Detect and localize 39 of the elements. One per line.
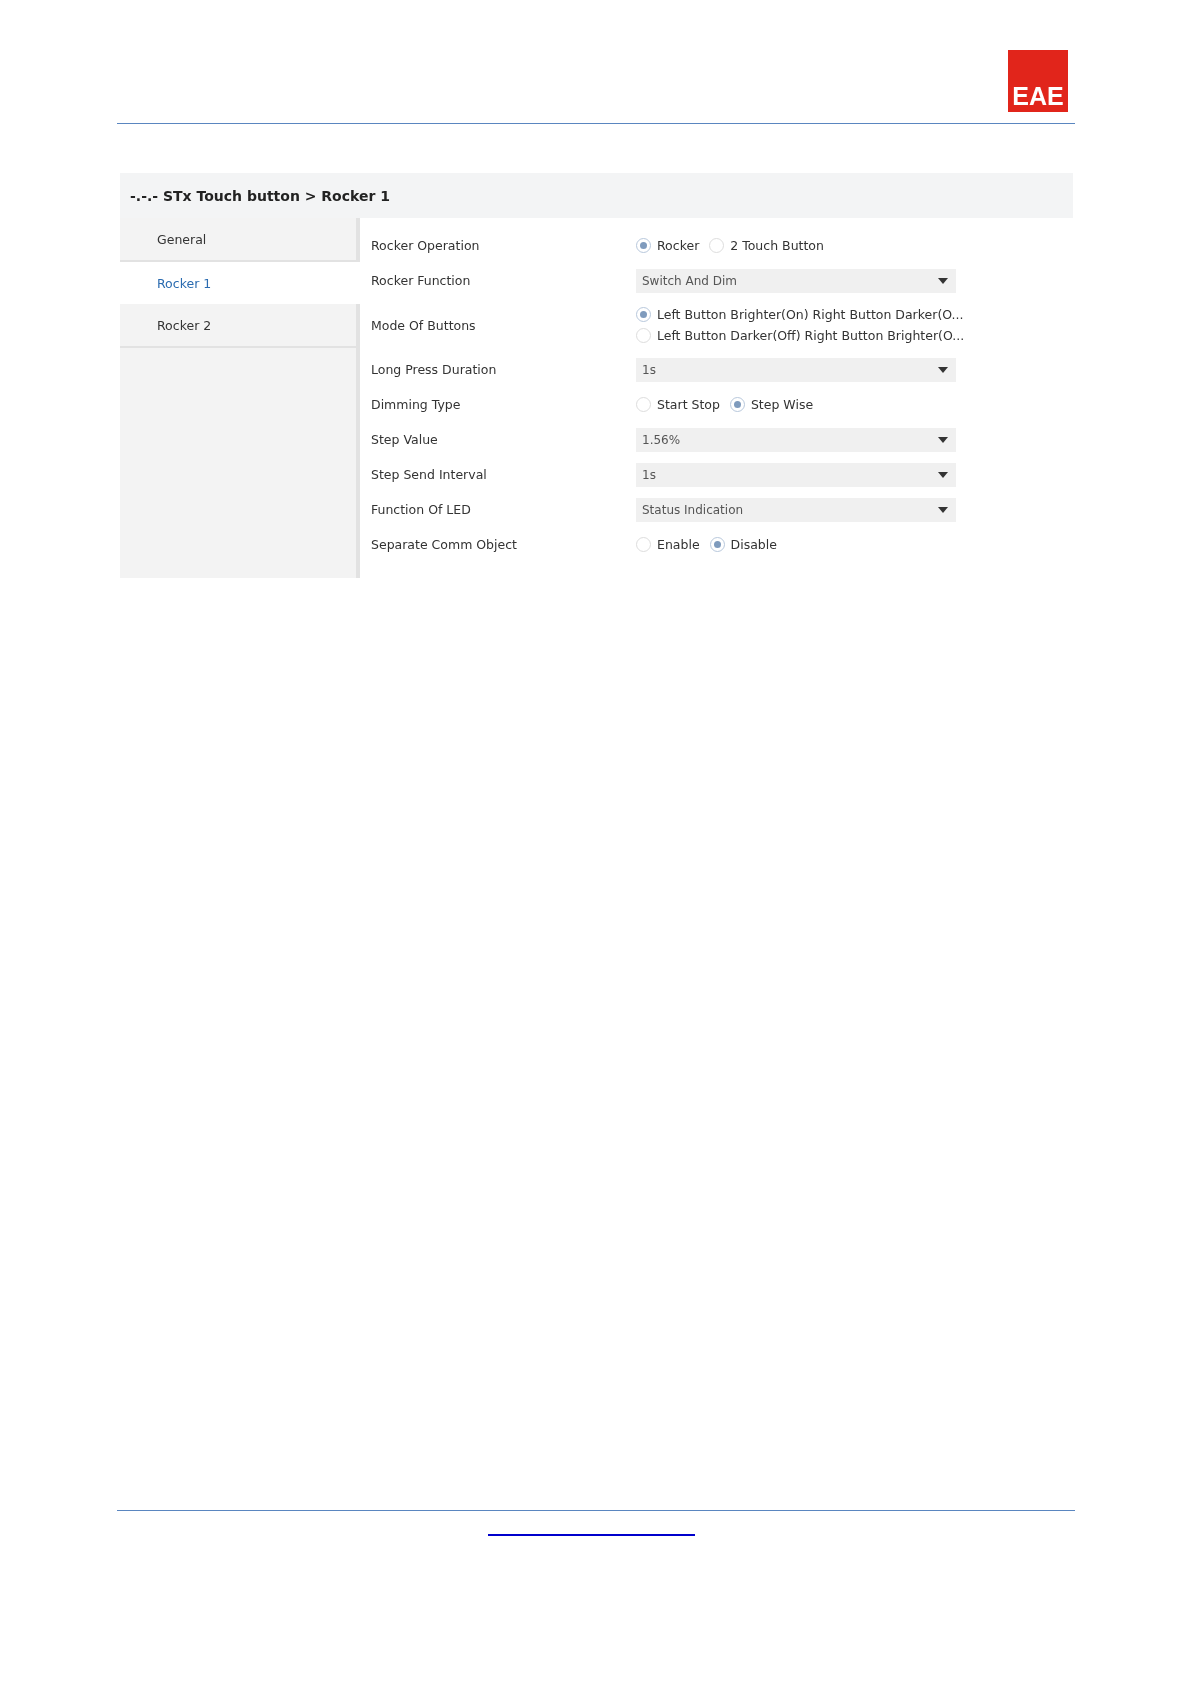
caret-icon: [938, 506, 948, 513]
dropdown[interactable]: 1s: [636, 462, 956, 487]
parameter-label: Long Press Duration: [371, 362, 498, 377]
caret-icon: [938, 277, 948, 284]
radio-label: Enable: [657, 537, 700, 552]
parameter-label: Separate Comm Object: [371, 537, 518, 552]
caret-icon: [938, 436, 948, 443]
dropdown[interactable]: 1.56%: [636, 427, 956, 452]
radio-label: Left Button Darker(Off) Right Button Brighter(O...: [657, 328, 965, 343]
caret-icon: [938, 471, 948, 478]
radio-button[interactable]: [709, 537, 725, 552]
link-underline[interactable]: [487, 1534, 695, 1536]
parameter-label: Mode Of Buttons: [371, 317, 477, 333]
radio-button[interactable]: [636, 537, 651, 552]
radio-label: 2 Touch Button: [730, 238, 824, 253]
sidebar-item[interactable]: Rocker 1: [120, 262, 360, 304]
radio-label: Step Wise: [750, 397, 814, 412]
radio-label: Rocker: [657, 238, 700, 253]
dropdown[interactable]: 1s: [636, 357, 956, 382]
parameter-label: Rocker Function: [371, 273, 472, 288]
radio-button[interactable]: [709, 238, 725, 253]
parameter-label: Dimming Type: [371, 397, 462, 412]
radio-label: Disable: [730, 537, 777, 552]
parameter-label: Step Value: [371, 432, 439, 447]
radio-button[interactable]: [636, 238, 651, 253]
radio-button[interactable]: [636, 397, 651, 412]
parameter-label: Rocker Operation: [371, 238, 481, 253]
radio-label: Left Button Brighter(On) Right Button Darker(O...: [657, 307, 964, 322]
caret-icon: [938, 366, 948, 373]
dropdown[interactable]: Switch And Dim: [636, 268, 956, 293]
parameter-label: Function Of LED: [371, 502, 472, 517]
dropdown[interactable]: Status Indication: [636, 497, 956, 522]
radio-button[interactable]: [636, 307, 651, 322]
radio-label: Start Stop: [657, 397, 720, 412]
logo: EAE: [1008, 50, 1068, 112]
parameter-label: Step Send Interval: [371, 467, 488, 482]
radio-button[interactable]: [636, 328, 651, 343]
radio-button[interactable]: [729, 397, 745, 412]
window-title: -.-.- STx Touch button > Rocker 1: [120, 173, 1073, 218]
